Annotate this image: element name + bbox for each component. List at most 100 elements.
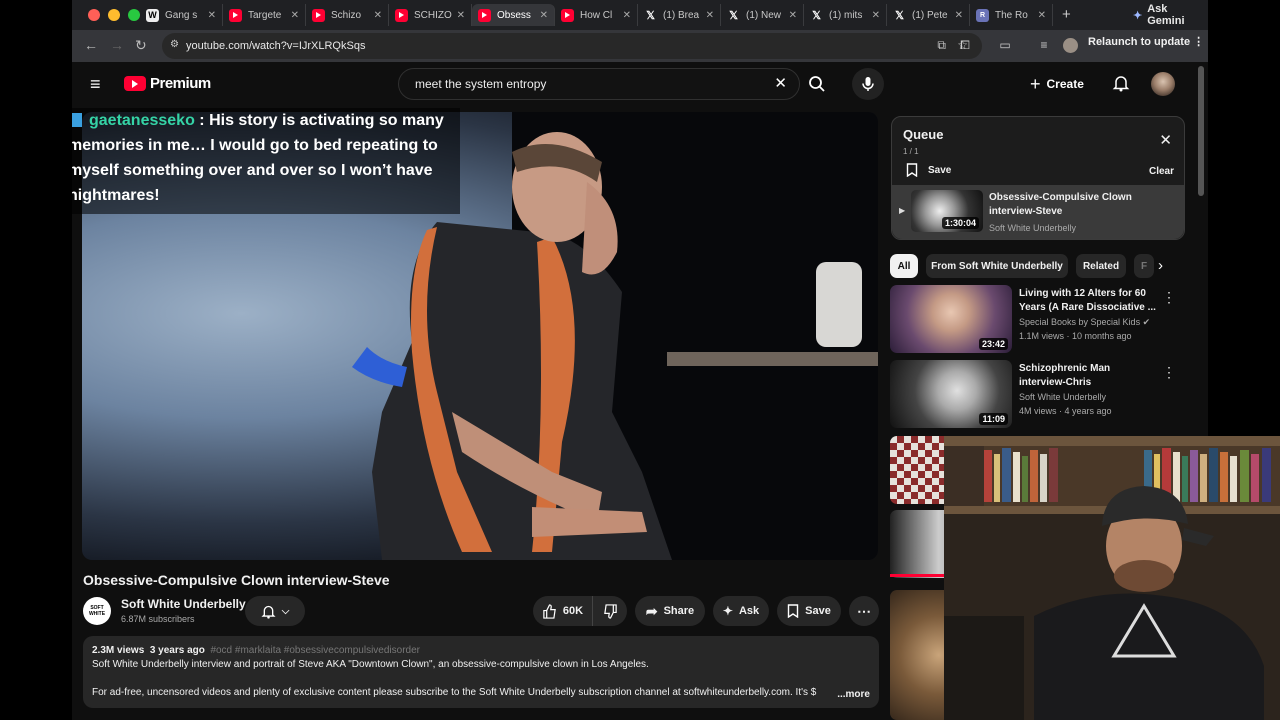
ask-button[interactable]: ✦ Ask bbox=[713, 596, 769, 626]
close-tab-icon[interactable]: ✕ bbox=[623, 10, 631, 21]
now-playing-icon: ▶ bbox=[899, 206, 906, 215]
queue-item[interactable]: ▶ 1:30:04 Obsessive-Compulsive Clown int… bbox=[892, 185, 1184, 239]
ask-label: Ask bbox=[738, 605, 760, 617]
new-tab-icon[interactable]: + bbox=[1062, 6, 1071, 23]
sparkle-icon: ✦ bbox=[1133, 9, 1143, 22]
save-button[interactable]: Save bbox=[777, 596, 841, 626]
search-query: meet the system entropy bbox=[415, 77, 547, 91]
notifications-bell-icon[interactable] bbox=[1112, 74, 1130, 92]
recommendation-title: Schizophrenic Man interview-Chris bbox=[1019, 363, 1111, 388]
close-tab-icon[interactable]: ✕ bbox=[789, 10, 797, 21]
wikipedia-icon: W bbox=[146, 8, 159, 22]
more-link[interactable]: ...more bbox=[833, 688, 870, 702]
minimize-window-button[interactable] bbox=[108, 9, 120, 21]
tab-title: Gang s bbox=[165, 9, 198, 21]
reload-icon[interactable]: ↻ bbox=[135, 37, 147, 54]
channel-avatar[interactable]: SOFT WHITE bbox=[83, 597, 111, 625]
more-vert-icon[interactable]: ⋮ bbox=[1162, 364, 1176, 381]
chip-from-channel[interactable]: From Soft White Underbelly bbox=[926, 254, 1068, 278]
close-tab-icon[interactable]: ✕ bbox=[955, 10, 963, 21]
youtube-icon bbox=[229, 8, 242, 22]
chip-related[interactable]: Related bbox=[1076, 254, 1126, 278]
youtube-header: ≡ Premium meet the system entropy ✕ + Cre… bbox=[72, 62, 1208, 108]
search-input[interactable]: meet the system entropy ✕ bbox=[398, 68, 800, 100]
browser-tab[interactable]: Targete ✕ bbox=[223, 4, 306, 26]
close-tab-icon[interactable]: ✕ bbox=[208, 10, 216, 21]
account-avatar[interactable] bbox=[1151, 72, 1175, 96]
chip-all[interactable]: All bbox=[890, 254, 918, 278]
scrollbar-thumb[interactable] bbox=[1198, 66, 1204, 196]
recommendation-channel: Soft White Underbelly bbox=[1019, 392, 1107, 402]
install-app-icon[interactable]: ⧉ bbox=[937, 38, 946, 53]
close-icon[interactable]: ✕ bbox=[1159, 131, 1172, 149]
close-tab-icon[interactable]: ✕ bbox=[706, 10, 714, 21]
duration-badge: 11:09 bbox=[979, 413, 1008, 425]
menu-icon[interactable]: ≡ bbox=[90, 74, 101, 95]
voice-search-button[interactable] bbox=[852, 68, 884, 100]
close-tab-icon[interactable]: ✕ bbox=[457, 10, 465, 21]
browser-tab[interactable]: SCHIZO ✕ bbox=[389, 4, 472, 26]
youtube-icon bbox=[478, 8, 491, 22]
close-tab-icon[interactable]: ✕ bbox=[872, 10, 880, 21]
site-info-icon[interactable]: ⚙ bbox=[170, 39, 179, 50]
browser-tab[interactable]: 𝕏 (1) New ✕ bbox=[721, 4, 804, 26]
back-arrow-icon[interactable]: ← bbox=[84, 37, 98, 53]
browser-tab[interactable]: How Cl ✕ bbox=[555, 4, 638, 26]
share-button[interactable]: ➦ Share bbox=[635, 596, 705, 626]
chip-more[interactable]: F bbox=[1134, 254, 1154, 278]
recommendation-item[interactable]: 23:42 Living with 12 Alters for 60 Years… bbox=[890, 285, 1190, 355]
maximize-window-button[interactable] bbox=[128, 9, 140, 21]
browser-tab[interactable]: 𝕏 (1) Brea ✕ bbox=[638, 4, 721, 26]
profile-avatar-icon[interactable] bbox=[1063, 38, 1078, 53]
youtube-logo-icon bbox=[124, 76, 146, 91]
youtube-icon bbox=[395, 8, 408, 22]
more-actions-button[interactable]: ⋯ bbox=[849, 596, 879, 626]
filter-chips: All From Soft White Underbelly Related F… bbox=[890, 254, 1190, 278]
bookmark-icon bbox=[787, 604, 799, 618]
channel-name[interactable]: Soft White Underbelly bbox=[121, 597, 246, 611]
youtube-premium-logo[interactable]: Premium bbox=[124, 75, 211, 92]
browser-tab[interactable]: Schizo ✕ bbox=[306, 4, 389, 26]
description-box[interactable]: 2.3M views 3 years ago #ocd #marklaita #… bbox=[83, 636, 879, 708]
ask-gemini-button[interactable]: ✦ Ask Gemini bbox=[1124, 3, 1208, 27]
browser-tab[interactable]: 𝕏 (1) Pete ✕ bbox=[887, 4, 970, 26]
clear-search-icon[interactable]: ✕ bbox=[774, 74, 787, 92]
extensions-icon[interactable]: ⧠ bbox=[958, 38, 972, 52]
create-button[interactable]: + Create bbox=[1030, 70, 1084, 98]
browser-tab[interactable]: R The Ro ✕ bbox=[970, 4, 1053, 26]
more-vert-icon[interactable]: ⋮ bbox=[1162, 289, 1176, 306]
hashtags[interactable]: #ocd #marklaita #obsessivecompulsivediso… bbox=[210, 645, 420, 656]
close-window-button[interactable] bbox=[88, 9, 100, 21]
close-tab-icon[interactable]: ✕ bbox=[291, 10, 299, 21]
search-button[interactable] bbox=[800, 68, 834, 100]
dislike-button[interactable] bbox=[593, 596, 627, 626]
recommendation-item[interactable]: 11:09 Schizophrenic Man interview-Chris … bbox=[890, 360, 1190, 430]
youtube-icon bbox=[312, 8, 325, 22]
verified-icon: ✔ bbox=[1142, 317, 1151, 327]
queue-save-button[interactable]: Save bbox=[906, 163, 951, 177]
close-tab-icon[interactable]: ✕ bbox=[540, 10, 548, 21]
queue-clear-button[interactable]: Clear bbox=[1149, 166, 1174, 177]
video-thumbnail: 23:42 bbox=[890, 285, 1012, 353]
tab-title: (1) mits bbox=[829, 9, 863, 21]
reading-list-icon[interactable]: ≡ bbox=[1037, 38, 1051, 52]
duration-badge: 1:30:04 bbox=[941, 217, 979, 229]
like-button[interactable]: 60K bbox=[533, 596, 593, 626]
browser-tab[interactable]: 𝕏 (1) mits ✕ bbox=[804, 4, 887, 26]
chevron-down-icon: ⌵ bbox=[281, 605, 290, 617]
browser-tab[interactable]: W Gang s ✕ bbox=[140, 4, 223, 26]
browser-tab-active[interactable]: Obsess ✕ bbox=[472, 4, 555, 26]
url-field[interactable]: ⚙ youtube.com/watch?v=IJrXLRQkSqs ⧉ ☆ bbox=[162, 33, 982, 59]
relaunch-label: Relaunch to update bbox=[1088, 36, 1191, 48]
relaunch-to-update-button[interactable]: Relaunch to update ⋮ bbox=[1088, 35, 1204, 48]
chevron-right-icon[interactable]: › bbox=[1158, 257, 1163, 274]
close-tab-icon[interactable]: ✕ bbox=[374, 10, 382, 21]
more-vert-icon: ⋮ bbox=[1193, 36, 1205, 48]
queue-panel: Queue 1 / 1 ✕ Save Clear ▶ 1:30:04 Obses… bbox=[891, 116, 1185, 240]
upload-age: 3 years ago bbox=[149, 645, 205, 656]
side-panel-icon[interactable]: ▭ bbox=[998, 38, 1012, 52]
forward-arrow-icon[interactable]: → bbox=[110, 37, 124, 53]
subscribed-bell-button[interactable]: ⌵ bbox=[245, 596, 305, 626]
description-text: For ad-free, uncensored videos and plent… bbox=[92, 687, 817, 698]
close-tab-icon[interactable]: ✕ bbox=[1038, 10, 1046, 21]
